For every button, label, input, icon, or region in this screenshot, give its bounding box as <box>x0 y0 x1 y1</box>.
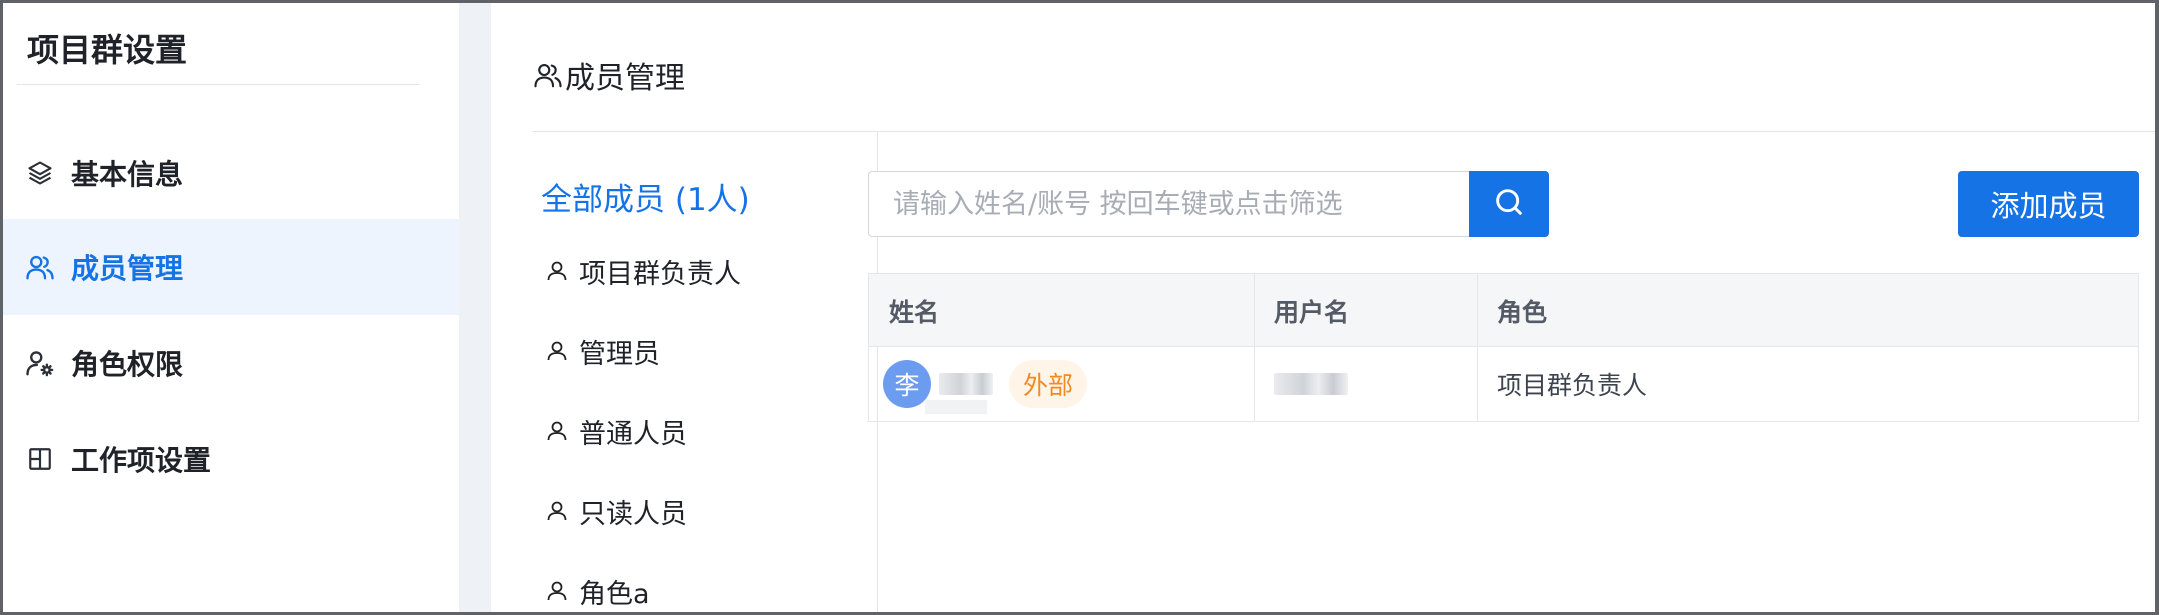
sidebar: 项目群设置 基本信息 成员管理 角色权限 工作项设置 <box>3 3 459 612</box>
sidebar-item-label: 基本信息 <box>71 158 184 191</box>
role-filter-item[interactable]: 项目群负责人 <box>545 252 741 291</box>
user-icon <box>545 339 571 365</box>
main-panel: 成员管理 全部成员 (1人) 项目群负责人 管理员 普通人员 只读人员 角色a … <box>491 3 2155 612</box>
users-icon <box>533 60 563 90</box>
sidebar-item-label: 角色权限 <box>71 348 184 381</box>
redacted-username <box>1274 373 1348 395</box>
external-badge: 外部 <box>1009 360 1088 408</box>
role-filter-all[interactable]: 全部成员 (1人) <box>541 174 750 219</box>
column-header-role[interactable]: 角色 <box>1477 274 2138 347</box>
sidebar-item-role-permissions[interactable]: 角色权限 <box>3 315 459 411</box>
add-member-button[interactable]: 添加成员 <box>1958 171 2139 237</box>
redacted-account <box>925 400 987 414</box>
sidebar-item-work-item-settings[interactable]: 工作项设置 <box>3 411 459 507</box>
role-label: 管理员 <box>579 339 660 370</box>
search-input[interactable] <box>868 171 1469 237</box>
layout-gutter <box>459 3 491 612</box>
sidebar-item-members[interactable]: 成员管理 <box>3 219 459 315</box>
role-filter-item[interactable]: 管理员 <box>545 332 660 371</box>
avatar: 李 <box>883 360 931 408</box>
sidebar-item-label: 工作项设置 <box>71 444 212 477</box>
user-settings-icon <box>25 348 55 378</box>
sidebar-item-label: 成员管理 <box>71 252 184 285</box>
page-title-text: 成员管理 <box>565 61 685 96</box>
role-label: 普通人员 <box>579 419 687 450</box>
table-row-username-cell <box>1254 347 1477 421</box>
role-filter-item[interactable]: 只读人员 <box>545 492 687 531</box>
user-icon <box>545 499 571 525</box>
table-row-role-cell: 项目群负责人 <box>1497 371 1648 400</box>
app-frame: 项目群设置 基本信息 成员管理 角色权限 工作项设置 成员管理 全部成员 (1人… <box>0 0 2159 615</box>
role-label: 只读人员 <box>579 499 687 530</box>
sidebar-title: 项目群设置 <box>27 31 188 69</box>
layers-icon <box>25 158 55 188</box>
sidebar-divider <box>17 84 419 85</box>
role-label: 项目群负责人 <box>579 259 741 290</box>
column-header-name[interactable]: 姓名 <box>869 274 1254 347</box>
users-icon <box>25 252 55 282</box>
user-icon <box>545 259 571 285</box>
redacted-name <box>939 373 993 395</box>
layout-icon <box>25 444 55 474</box>
role-filter-item[interactable]: 普通人员 <box>545 412 687 451</box>
sidebar-item-basic-info[interactable]: 基本信息 <box>3 125 459 221</box>
search-button[interactable] <box>1469 171 1549 237</box>
user-icon <box>545 419 571 445</box>
search-icon <box>1493 186 1525 222</box>
column-header-username[interactable]: 用户名 <box>1254 274 1477 347</box>
role-label: 角色a <box>579 579 650 610</box>
page-title: 成员管理 <box>533 53 685 97</box>
user-icon <box>545 579 571 605</box>
members-table: 姓名 用户名 角色 李 外部 项目群负责人 <box>868 273 2139 422</box>
role-filter-item[interactable]: 角色a <box>545 572 650 611</box>
roles-panel: 全部成员 (1人) 项目群负责人 管理员 普通人员 只读人员 角色a <box>533 132 878 612</box>
